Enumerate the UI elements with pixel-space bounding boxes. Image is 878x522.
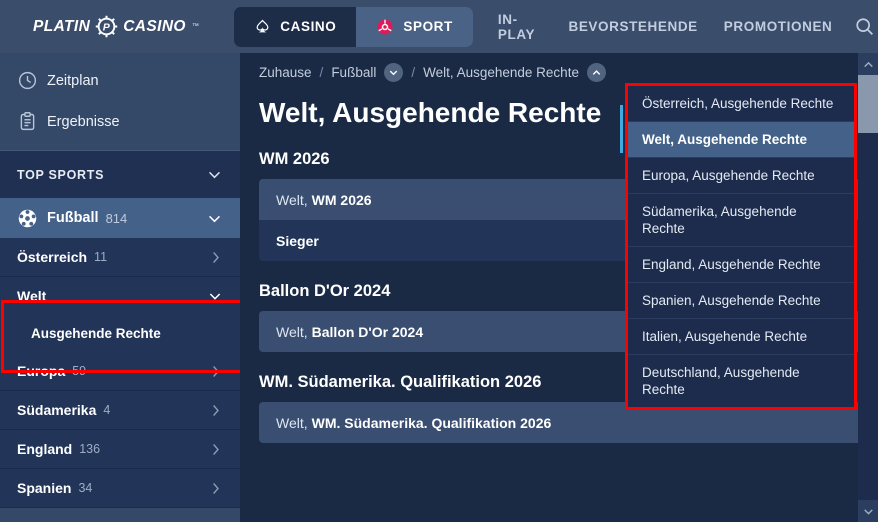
scrollbar-down-button[interactable] xyxy=(858,500,878,522)
dropdown-item-england[interactable]: England, Ausgehende Rechte xyxy=(628,247,854,283)
app-window: PLATIN P CASINO ™ CASINO SPORT IN-PLAY B… xyxy=(0,0,878,522)
top-bar: PLATIN P CASINO ™ CASINO SPORT IN-PLAY B… xyxy=(0,0,878,53)
chevron-down-icon[interactable] xyxy=(384,62,404,82)
league-dropdown-menu: Österreich, Ausgehende Rechte Welt, Ausg… xyxy=(625,83,857,410)
dropdown-item-sudamerika[interactable]: Südamerika, Ausgehende Rechte xyxy=(628,194,854,247)
sidebar-section-top-sports-label: TOP SPORTS xyxy=(17,167,105,182)
breadcrumb-current[interactable]: Welt, Ausgehende Rechte xyxy=(423,65,579,80)
sidebar-item-fussball-label: Fußball xyxy=(47,210,99,226)
nav-tab-sport[interactable]: SPORT xyxy=(356,6,473,47)
football-icon xyxy=(376,18,394,36)
sidebar-category-osterreich[interactable]: Österreich 11 xyxy=(0,238,240,277)
breadcrumb-separator: / xyxy=(319,64,324,80)
sidebar-item-fussball-count: 814 xyxy=(105,210,128,226)
sidebar-top-section: Zeitplan Ergebnisse xyxy=(0,53,240,151)
sidebar-category-europa-count: 59 xyxy=(72,364,87,378)
nav-links: IN-PLAY BEVORSTEHENDE PROMOTIONEN xyxy=(485,0,878,53)
search-button[interactable] xyxy=(851,0,878,53)
sidebar-category-england-label: England xyxy=(17,441,73,457)
chevron-down-icon xyxy=(206,210,223,227)
card-row-label: Sieger xyxy=(276,232,319,249)
scrollbar-thumb[interactable] xyxy=(858,75,878,133)
card-header-prefix: Welt, xyxy=(276,414,308,431)
sidebar-category-welt-label: Welt xyxy=(17,288,47,304)
breadcrumb-sport[interactable]: Fußball xyxy=(331,65,376,80)
sidebar-category-europa[interactable]: Europa 59 xyxy=(0,352,240,391)
sidebar-category-sudamerika-label: Südamerika xyxy=(17,402,97,418)
sidebar-item-ergebnisse-label: Ergebnisse xyxy=(47,113,120,130)
card-header-name: Ballon D'Or 2024 xyxy=(311,323,424,340)
top-navigation: CASINO SPORT IN-PLAY BEVORSTEHENDE PROMO… xyxy=(232,0,878,53)
svg-text:P: P xyxy=(103,22,111,34)
chevron-down-icon xyxy=(862,505,875,518)
brand-name-first: PLATIN xyxy=(32,17,91,35)
sidebar-subitem-ausgehende-rechte-label: Ausgehende Rechte xyxy=(31,326,161,341)
chevron-right-icon xyxy=(208,250,223,265)
breadcrumb-home[interactable]: Zuhause xyxy=(259,65,312,80)
sidebar-subitem-ausgehende-rechte[interactable]: Ausgehende Rechte xyxy=(0,315,240,352)
sidebar-category-sudamerika[interactable]: Südamerika 4 xyxy=(0,391,240,430)
nav-link-promotionen[interactable]: PROMOTIONEN xyxy=(711,0,846,53)
dropdown-item-welt[interactable]: Welt, Ausgehende Rechte xyxy=(628,122,854,158)
clock-icon xyxy=(17,70,47,91)
chevron-down-icon xyxy=(207,288,223,304)
dropdown-item-spanien[interactable]: Spanien, Ausgehende Rechte xyxy=(628,283,854,319)
chevron-down-icon xyxy=(206,166,223,183)
nav-tab-casino[interactable]: CASINO xyxy=(234,6,357,47)
scrollbar-track[interactable] xyxy=(858,75,878,500)
spade-icon xyxy=(254,18,271,35)
sidebar-item-ergebnisse[interactable]: Ergebnisse xyxy=(0,101,240,142)
sidebar-category-sudamerika-count: 4 xyxy=(103,403,111,417)
sidebar-category-spanien-count: 34 xyxy=(78,481,93,495)
scrollbar-up-button[interactable] xyxy=(858,53,878,75)
nav-tab-casino-label: CASINO xyxy=(280,19,337,34)
trademark-symbol: ™ xyxy=(191,23,200,30)
clipboard-icon xyxy=(17,111,47,132)
dropdown-item-italien[interactable]: Italien, Ausgehende Rechte xyxy=(628,319,854,355)
chevron-up-icon xyxy=(862,58,875,71)
p-sun-icon: P xyxy=(95,15,118,38)
sidebar-category-osterreich-label: Österreich xyxy=(17,249,88,265)
page-scrollbar[interactable] xyxy=(858,53,878,522)
sidebar-section-top-sports[interactable]: TOP SPORTS xyxy=(0,151,240,198)
breadcrumb-separator: / xyxy=(411,64,416,80)
football-ball-icon xyxy=(17,208,47,229)
sidebar-category-england-count: 136 xyxy=(79,442,101,456)
sidebar-item-zeitplan-label: Zeitplan xyxy=(47,72,99,89)
card-header-prefix: Welt, xyxy=(276,323,308,340)
sidebar-category-europa-label: Europa xyxy=(17,363,66,379)
chevron-right-icon xyxy=(208,364,223,379)
dropdown-item-osterreich[interactable]: Österreich, Ausgehende Rechte xyxy=(628,86,854,122)
sidebar-item-zeitplan[interactable]: Zeitplan xyxy=(0,60,240,101)
nav-link-bevorstehende[interactable]: BEVORSTEHENDE xyxy=(555,0,710,53)
sidebar-category-spanien[interactable]: Spanien 34 xyxy=(0,469,240,508)
search-icon xyxy=(854,16,875,37)
chevron-right-icon xyxy=(208,442,223,457)
chevron-right-icon xyxy=(208,403,223,418)
card-header-name: WM 2026 xyxy=(311,191,372,208)
selection-accent-line xyxy=(620,105,623,153)
sidebar-category-spanien-label: Spanien xyxy=(17,480,72,496)
chevron-right-icon xyxy=(208,481,223,496)
card-header-prefix: Welt, xyxy=(276,191,308,208)
brand-name-second: CASINO xyxy=(123,17,186,35)
nav-tab-sport-label: SPORT xyxy=(403,19,453,34)
sidebar-category-osterreich-count: 11 xyxy=(94,250,108,264)
chevron-up-icon[interactable] xyxy=(586,62,606,82)
dropdown-item-deutschland[interactable]: Deutschland, Ausgehende Rechte xyxy=(628,355,854,407)
dropdown-item-europa[interactable]: Europa, Ausgehende Rechte xyxy=(628,158,854,194)
card-header-name: WM. Südamerika. Qualifikation 2026 xyxy=(311,414,552,431)
sidebar-category-england[interactable]: England 136 xyxy=(0,430,240,469)
brand-logo[interactable]: PLATIN P CASINO ™ xyxy=(0,0,233,53)
sidebar-item-fussball[interactable]: Fußball 814 xyxy=(0,198,240,238)
sidebar: Zeitplan Ergebnisse TOP SPORTS Fußball 8… xyxy=(0,53,240,522)
sidebar-category-welt[interactable]: Welt xyxy=(0,277,240,315)
nav-link-in-play[interactable]: IN-PLAY xyxy=(485,0,556,53)
